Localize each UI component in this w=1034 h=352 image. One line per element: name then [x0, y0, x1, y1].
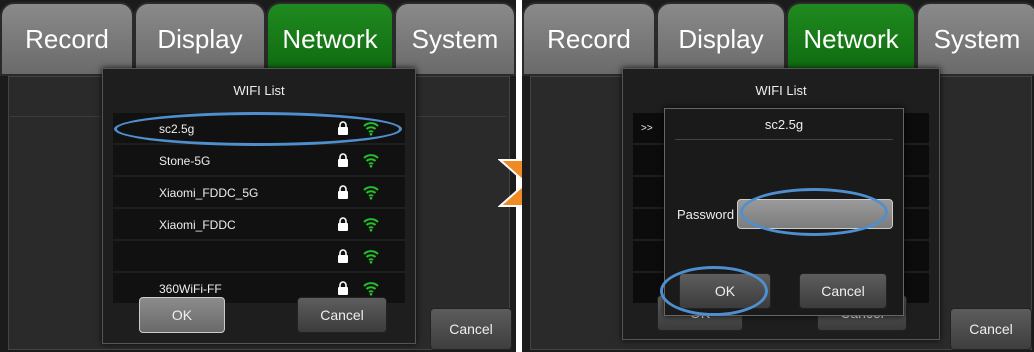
wifi-network-row[interactable]: Xiaomi_FDDC_5G [113, 177, 405, 207]
divider [675, 139, 893, 140]
tab-system[interactable]: System [394, 2, 516, 76]
selected-network-highlight [114, 112, 402, 146]
lock-icon [337, 217, 349, 231]
wifi-network-row[interactable]: Stone-5G [113, 145, 405, 175]
dialog-title: WIFI List [233, 83, 285, 98]
wifi-network-row[interactable]: Xiaomi_FDDC [113, 209, 405, 239]
network-name: Xiaomi_FDDC [159, 218, 236, 232]
right-screen: Record Display Network System Cancel WIF… [522, 0, 1034, 352]
password-dialog-title: sc2.5g [764, 117, 804, 132]
ok-button-highlight [660, 266, 768, 316]
network-name: 360WiFi-FF [159, 282, 222, 296]
wifi-signal-icon [363, 280, 379, 296]
dialog-title: WIFI List [755, 83, 807, 98]
tab-display[interactable]: Display [134, 2, 266, 76]
lock-icon [337, 249, 349, 263]
tab-record[interactable]: Record [0, 2, 134, 76]
ok-button[interactable]: OK [139, 297, 225, 333]
tab-record[interactable]: Record [522, 2, 656, 76]
wifi-network-row[interactable] [113, 241, 405, 271]
wifi-list-dialog: WIFI List sc2.5g Stone-5G Xiaomi_FDDC_5G Xi… [102, 68, 416, 344]
background-cancel-button: Cancel [430, 308, 512, 350]
wifi-signal-icon [363, 216, 379, 232]
tab-system[interactable]: System [916, 2, 1034, 76]
background-cancel-button: Cancel [950, 308, 1032, 350]
lock-icon [337, 281, 349, 295]
selected-row-marker: >> [641, 123, 653, 134]
left-screen: Record Display Network System Cancel WIF… [0, 0, 516, 352]
wifi-signal-icon [363, 152, 379, 168]
cancel-button[interactable]: Cancel [799, 273, 887, 309]
tab-network[interactable]: Network [786, 2, 916, 76]
tab-network[interactable]: Network [266, 2, 394, 76]
password-label: Password [677, 207, 735, 222]
cancel-button[interactable]: Cancel [297, 297, 387, 333]
lock-icon [337, 185, 349, 199]
wifi-signal-icon [363, 184, 379, 200]
tab-display[interactable]: Display [656, 2, 786, 76]
network-name: Xiaomi_FDDC_5G [159, 186, 259, 200]
network-name: Stone-5G [159, 154, 211, 168]
password-field-highlight [740, 188, 888, 236]
lock-icon [337, 153, 349, 167]
wifi-signal-icon [363, 248, 379, 264]
